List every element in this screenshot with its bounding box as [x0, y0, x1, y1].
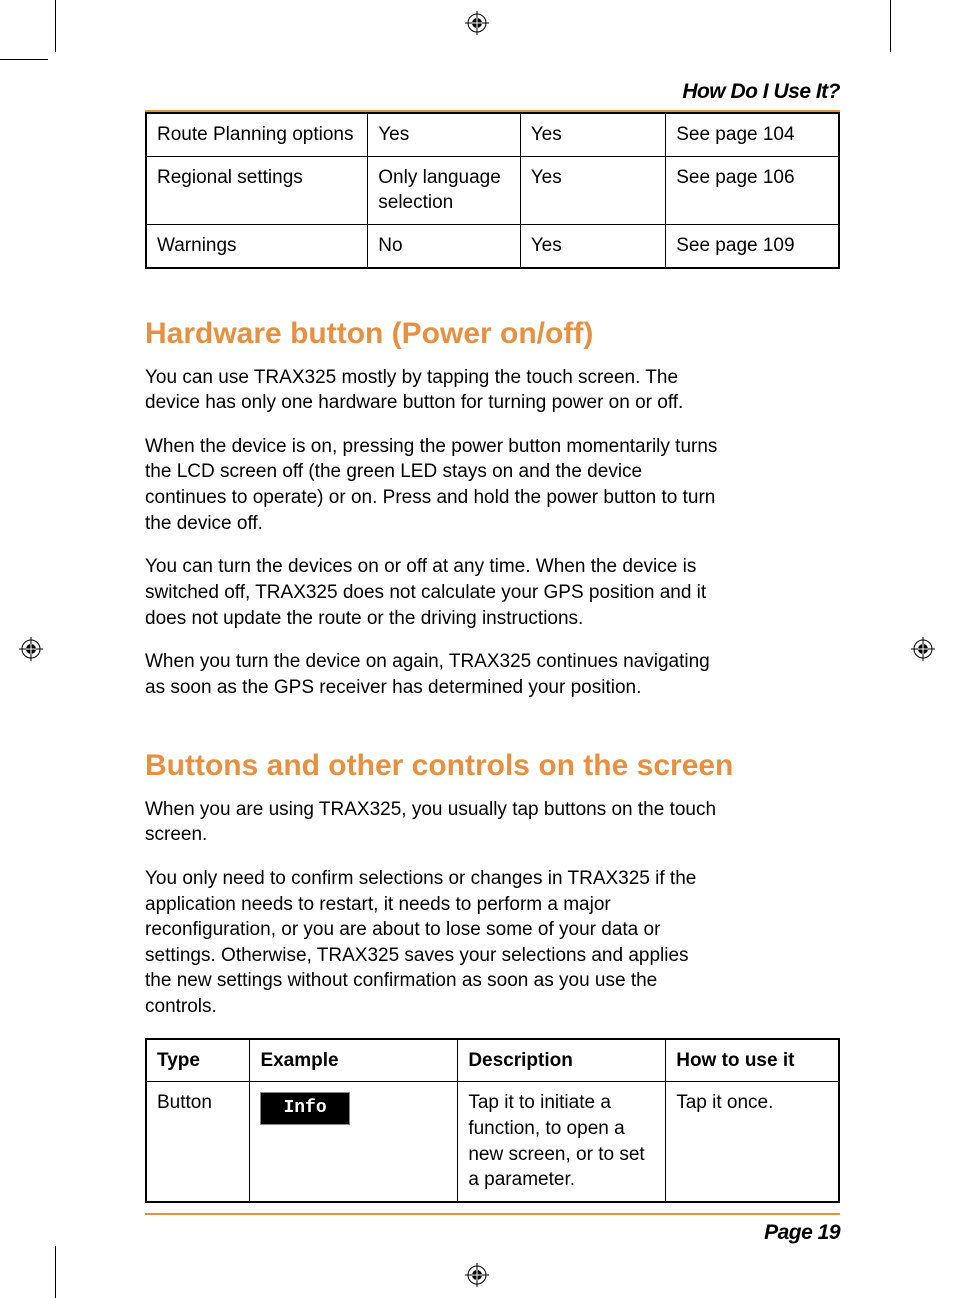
table-header-row: Type Example Description How to use it — [146, 1039, 839, 1082]
setting-val1: No — [368, 224, 520, 267]
control-example: Info — [250, 1082, 458, 1202]
table-row: Regional settings Only language selectio… — [146, 156, 839, 224]
col-header-how: How to use it — [666, 1039, 839, 1082]
section-heading-hardware: Hardware button (Power on/off) — [145, 317, 840, 351]
table-row: Button Info Tap it to initiate a functio… — [146, 1082, 839, 1202]
body-paragraph: You only need to confirm selections or c… — [145, 866, 840, 1020]
registration-mark-icon — [911, 637, 935, 661]
body-paragraph: When the device is on, pressing the powe… — [145, 434, 840, 537]
setting-name: Route Planning options — [146, 113, 368, 156]
body-paragraph: You can turn the devices on or off at an… — [145, 554, 840, 631]
col-header-type: Type — [146, 1039, 250, 1082]
section-heading-buttons: Buttons and other controls on the screen — [145, 749, 840, 783]
page-header-title: How Do I Use It? — [145, 80, 840, 112]
crop-mark — [55, 0, 56, 52]
setting-val1: Yes — [368, 113, 520, 156]
body-paragraph: When you are using TRAX325, you usually … — [145, 797, 840, 848]
control-description: Tap it to initiate a function, to open a… — [458, 1082, 666, 1202]
setting-val2: Yes — [520, 224, 666, 267]
control-how: Tap it once. — [666, 1082, 839, 1202]
setting-val2: Yes — [520, 113, 666, 156]
registration-mark-icon — [465, 1263, 489, 1287]
crop-mark — [890, 0, 891, 52]
page-footer: Page 19 — [145, 1213, 840, 1245]
setting-name: Warnings — [146, 224, 368, 267]
setting-ref: See page 104 — [666, 113, 839, 156]
setting-val1: Only language selection — [368, 156, 520, 224]
page-number: Page 19 — [764, 1221, 840, 1244]
info-button-example: Info — [260, 1092, 349, 1124]
table-row: Route Planning options Yes Yes See page … — [146, 113, 839, 156]
crop-mark — [55, 1246, 56, 1298]
col-header-example: Example — [250, 1039, 458, 1082]
control-type: Button — [146, 1082, 250, 1202]
col-header-description: Description — [458, 1039, 666, 1082]
body-paragraph: You can use TRAX325 mostly by tapping th… — [145, 365, 840, 416]
setting-ref: See page 106 — [666, 156, 839, 224]
setting-name: Regional settings — [146, 156, 368, 224]
registration-mark-icon — [19, 637, 43, 661]
settings-table: Route Planning options Yes Yes See page … — [145, 112, 840, 269]
body-paragraph: When you turn the device on again, TRAX3… — [145, 649, 840, 700]
setting-ref: See page 109 — [666, 224, 839, 267]
controls-table: Type Example Description How to use it B… — [145, 1038, 840, 1203]
setting-val2: Yes — [520, 156, 666, 224]
registration-mark-icon — [465, 11, 489, 35]
table-row: Warnings No Yes See page 109 — [146, 224, 839, 267]
crop-mark — [0, 59, 48, 60]
